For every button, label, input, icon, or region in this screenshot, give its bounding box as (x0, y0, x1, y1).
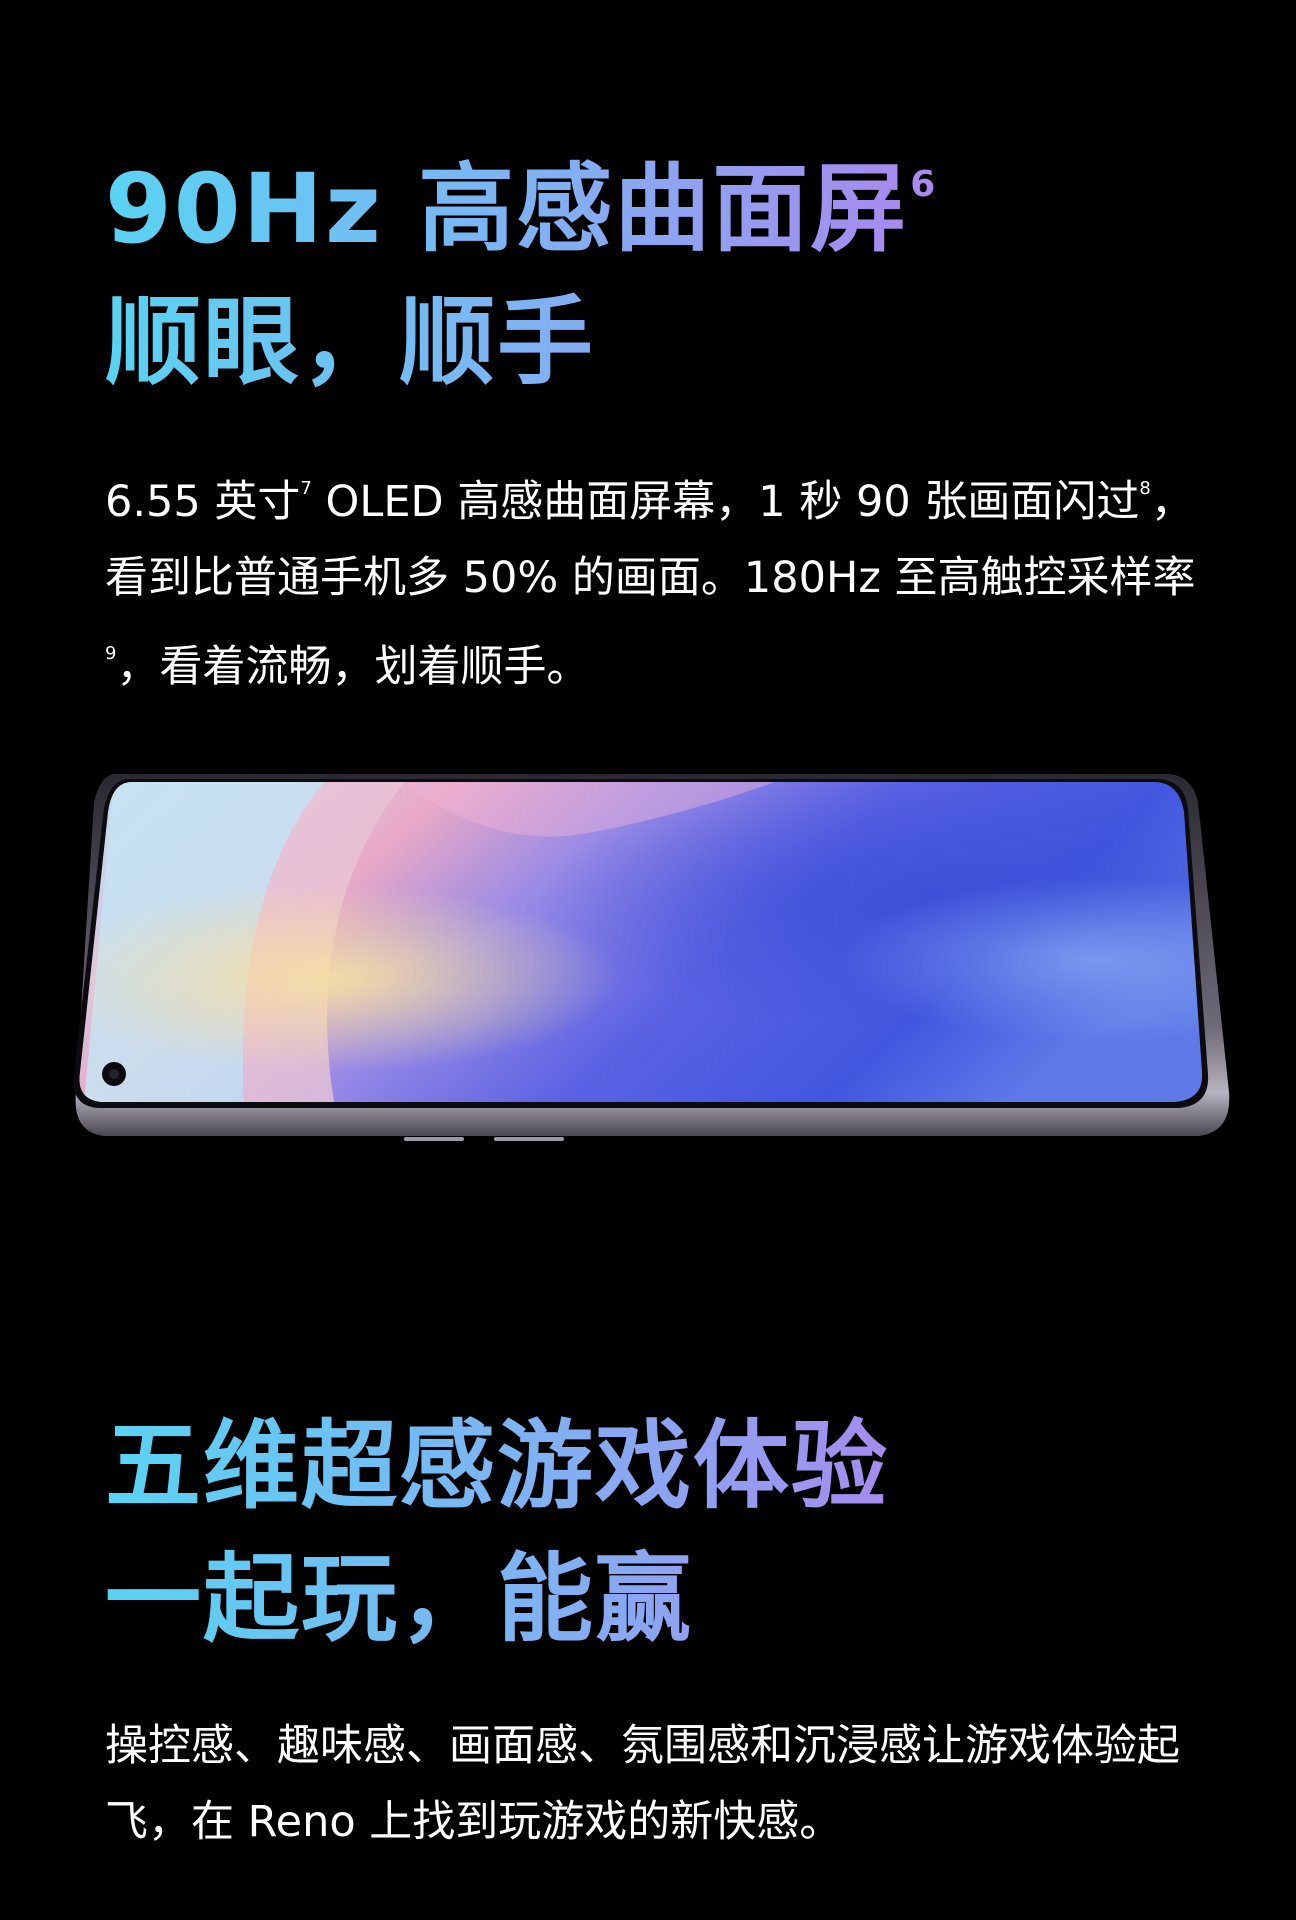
gaming-title-line1: 五维超感游戏体验 (105, 1400, 1236, 1533)
display-section: 90Hz 高感曲面屏6 顺眼，顺手 6.55 英寸7 OLED 高感曲面屏幕，1… (105, 118, 1236, 705)
display-title-line2: 顺眼，顺手 (105, 276, 1236, 409)
gaming-title-line2: 一起玩，能赢 (105, 1533, 1236, 1666)
footnote-7: 7 (300, 478, 312, 499)
phone-image (74, 772, 1234, 1147)
footnote-8: 8 (1139, 478, 1151, 499)
gaming-section: 五维超感游戏体验 一起玩，能赢 操控感、趣味感、画面感、氛围感和沉浸感让游戏体验… (105, 1400, 1236, 1860)
footnote-6: 6 (910, 164, 938, 205)
desc-part-4: ，看着流畅，划着顺手。 (116, 642, 590, 692)
desc-part-1: 6.55 英寸 (105, 477, 301, 527)
desc-part-2: OLED 高感曲面屏幕，1 秒 90 张画面闪过 (311, 477, 1140, 527)
footnote-9: 9 (105, 643, 117, 664)
gaming-description: 操控感、趣味感、画面感、氛围感和沉浸感让游戏体验起飞，在 Reno 上找到玩游戏… (105, 1721, 1180, 1847)
display-description: 6.55 英寸7 OLED 高感曲面屏幕，1 秒 90 张画面闪过8，看到比普通… (105, 451, 1236, 705)
phone-curved-screen-illustration (74, 774, 1230, 1141)
display-title-line1: 90Hz 高感曲面屏6 (105, 118, 1236, 276)
display-title-text: 90Hz 高感曲面屏 (105, 153, 909, 265)
